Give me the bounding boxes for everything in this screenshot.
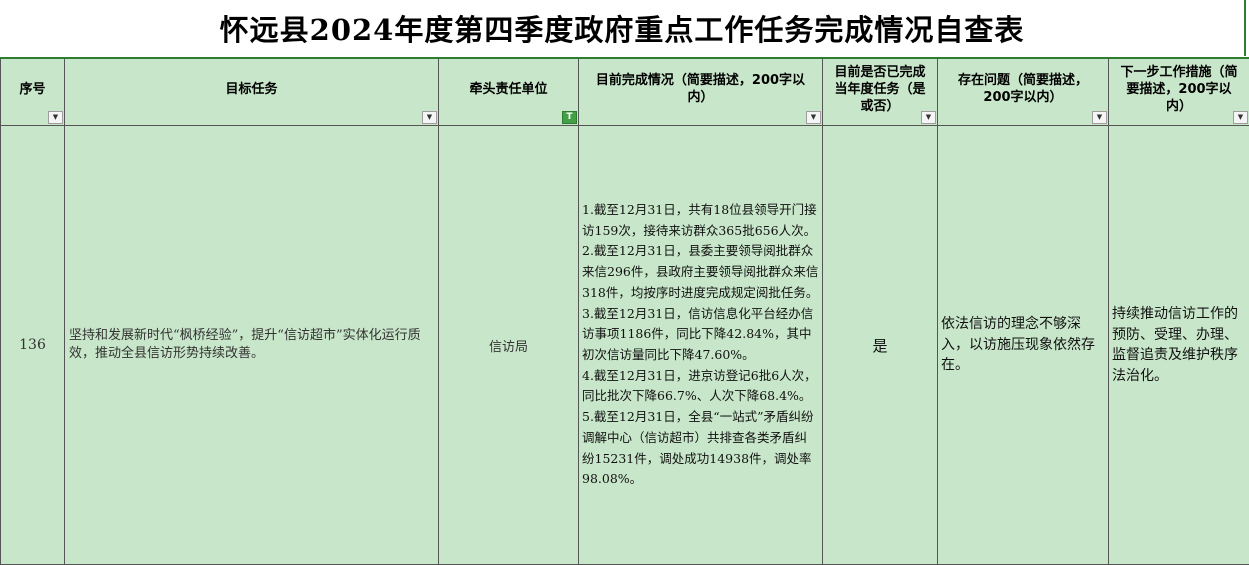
lead-unit: 信访局 [489,340,528,355]
cell-unit[interactable]: 信访局 [439,126,579,565]
filter-dropdown-icon[interactable]: ▼ [1092,111,1107,124]
cell-index[interactable]: 136 [1,126,65,565]
title-cell[interactable]: 怀远县2024年度第四季度政府重点工作任务完成情况自查表 [0,0,1246,56]
header-unit-label: 牵头责任单位 [439,77,578,108]
status-line: 5.截至12月31日，全县“一站式”矛盾纠纷调解中心（信访超市）共排查各类矛盾纠… [582,407,819,490]
header-index[interactable]: 序号 ▼ [1,58,65,126]
header-completed-label: 目前是否已完成当年度任务（是或否） [823,60,937,125]
active-filter-icon[interactable]: T [562,111,577,124]
spreadsheet-sheet: 怀远县2024年度第四季度政府重点工作任务完成情况自查表 序号 ▼ 目标任务 ▼ [0,0,1249,563]
filter-dropdown-icon[interactable]: ▼ [422,111,437,124]
task-text: 坚持和发展新时代“枫桥经验”，提升“信访超市”实体化运行质效，推动全县信访形势持… [69,327,434,363]
header-task[interactable]: 目标任务 ▼ [65,58,439,126]
cell-task[interactable]: 坚持和发展新时代“枫桥经验”，提升“信访超市”实体化运行质效，推动全县信访形势持… [65,126,439,565]
header-next-steps[interactable]: 下一步工作措施（简要描述，200字以内） ▼ [1109,58,1249,126]
status-line: 2.截至12月31日，县委主要领导阅批群众来信296件，县政府主要领导阅批群众来… [582,241,819,303]
status-text: 1.截至12月31日，共有18位县领导开门接访159次，接待来访群众365批65… [579,200,822,490]
filter-dropdown-icon[interactable]: ▼ [921,111,936,124]
cell-problems[interactable]: 依法信访的理念不够深入，以访施压现象依然存在。 [938,126,1109,565]
header-status[interactable]: 目前完成情况（简要描述，200字以内） ▼ [579,58,823,126]
status-line: 1.截至12月31日，共有18位县领导开门接访159次，接待来访群众365批65… [582,200,819,241]
next-steps-text: 持续推动信访工作的预防、受理、办理、监督追责及维护秩序法治化。 [1109,304,1249,386]
header-problems-label: 存在问题（简要描述，200字以内） [938,68,1108,116]
status-line: 4.截至12月31日，进京访登记6批6人次，同比批次下降66.7%、人次下降68… [582,366,819,407]
header-next-steps-label: 下一步工作措施（简要描述，200字以内） [1109,60,1249,125]
filter-dropdown-icon[interactable]: ▼ [1233,111,1248,124]
row-index: 136 [19,337,46,353]
header-status-label: 目前完成情况（简要描述，200字以内） [579,68,822,116]
header-problems[interactable]: 存在问题（简要描述，200字以内） ▼ [938,58,1109,126]
filter-dropdown-icon[interactable]: ▼ [806,111,821,124]
cell-status[interactable]: 1.截至12月31日，共有18位县领导开门接访159次，接待来访群众365批65… [579,126,823,565]
status-line: 3.截至12月31日，信访信息化平台经办信访事项1186件，同比下降42.84%… [582,304,819,366]
header-index-label: 序号 [1,77,64,108]
cell-completed[interactable]: 是 [823,126,938,565]
problems-text: 依法信访的理念不够深入，以访施压现象依然存在。 [938,314,1108,376]
header-row: 序号 ▼ 目标任务 ▼ 牵头责任单位 T 目前完成情况（简要描述，200字以内）… [1,58,1249,126]
cell-next-steps[interactable]: 持续推动信访工作的预防、受理、办理、监督追责及维护秩序法治化。 [1109,126,1249,565]
table-row: 136 坚持和发展新时代“枫桥经验”，提升“信访超市”实体化运行质效，推动全县信… [1,126,1249,565]
completed-value: 是 [872,337,887,355]
sheet-title: 怀远县2024年度第四季度政府重点工作任务完成情况自查表 [220,7,1025,49]
header-completed[interactable]: 目前是否已完成当年度任务（是或否） ▼ [823,58,938,126]
header-task-label: 目标任务 [65,77,438,108]
task-table: 序号 ▼ 目标任务 ▼ 牵头责任单位 T 目前完成情况（简要描述，200字以内）… [0,57,1249,565]
header-unit[interactable]: 牵头责任单位 T [439,58,579,126]
filter-dropdown-icon[interactable]: ▼ [48,111,63,124]
